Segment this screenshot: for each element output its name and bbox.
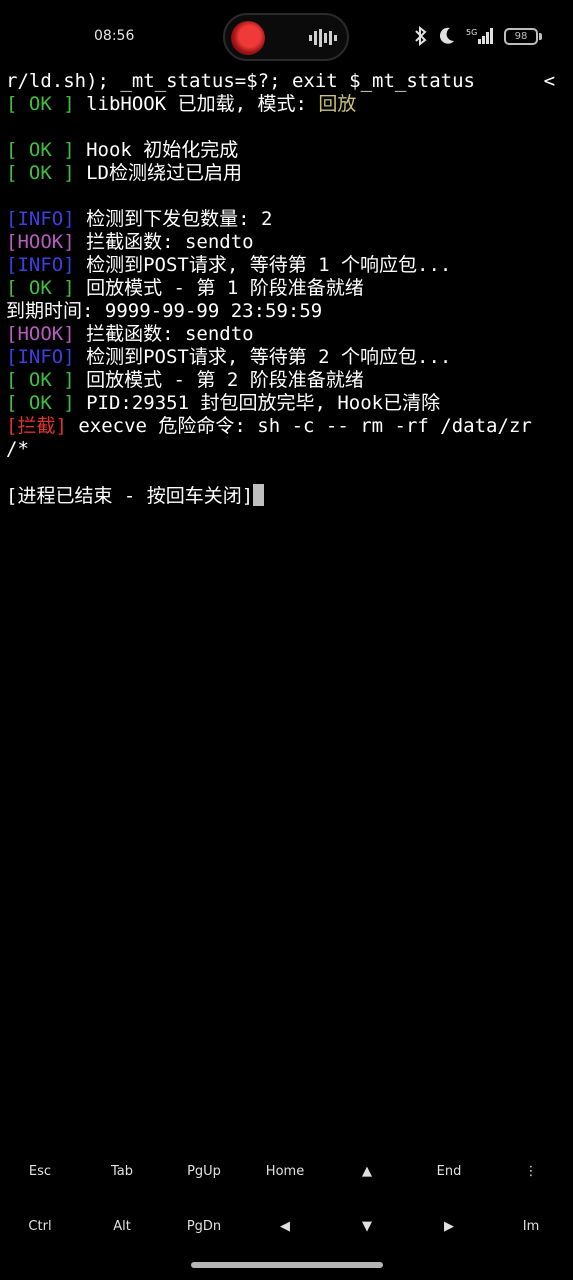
line-text: 检测到POST请求, 等待第 1 个响应包... xyxy=(74,254,452,276)
line-text: 拦截函数: sendto xyxy=(74,323,254,345)
line-text: r/ld.sh); _mt_status=$?; exit $_mt_statu… xyxy=(6,70,556,92)
key-alt[interactable]: Alt xyxy=(82,1198,162,1254)
line-text: PID:29351 封包回放完毕, Hook已清除 xyxy=(74,392,441,414)
key-right-arrow-icon[interactable]: ▶ xyxy=(409,1198,489,1254)
line-text: 回放模式 - 第 1 阶段准备就绪 xyxy=(74,277,364,299)
terminal-line: [进程已结束 - 按回车关闭] xyxy=(6,484,572,507)
key-end[interactable]: End xyxy=(409,1143,489,1199)
terminal-line: [HOOK] 拦截函数: sendto xyxy=(6,231,572,254)
ok-tag: [ OK ] xyxy=(6,392,75,414)
battery-icon: 98 xyxy=(504,28,538,45)
hook-tag: [HOOK] xyxy=(6,323,75,345)
terminal-cursor xyxy=(253,484,265,506)
key-down-arrow-icon[interactable]: ▼ xyxy=(327,1198,407,1254)
terminal-line: [INFO] 检测到POST请求, 等待第 1 个响应包... xyxy=(6,254,572,277)
terminal-line: r/ld.sh); _mt_status=$?; exit $_mt_statu… xyxy=(6,70,572,93)
info-tag: [INFO] xyxy=(6,346,75,368)
line-text: 回放模式 - 第 2 阶段准备就绪 xyxy=(74,369,364,391)
process-ended-message: [进程已结束 - 按回车关闭] xyxy=(6,485,254,507)
ok-tag: [ OK ] xyxy=(6,93,75,115)
ok-tag: [ OK ] xyxy=(6,139,75,161)
ok-tag: [ OK ] xyxy=(6,277,75,299)
hook-tag: [HOOK] xyxy=(6,231,75,253)
key-up-arrow-icon[interactable]: ▲ xyxy=(327,1143,407,1199)
key-input-method[interactable]: Im xyxy=(491,1198,571,1254)
expiry-line: 到期时间: 9999-99-99 23:59:59 xyxy=(6,300,323,322)
info-tag: [INFO] xyxy=(6,254,75,276)
terminal-line: [ OK ] LD检测绕过已启用 xyxy=(6,162,572,185)
battery-cap xyxy=(539,33,542,40)
key-left-arrow-icon[interactable]: ◀ xyxy=(245,1198,325,1254)
line-text: 检测到下发包数量: 2 xyxy=(74,208,273,230)
signal-5g-icon: 5G xyxy=(466,28,493,44)
audio-wave-icon xyxy=(309,29,337,47)
status-icons: 5G 98 xyxy=(410,26,560,48)
terminal-line: [拦截] execve 危险命令: sh -c -- rm -rf /data/… xyxy=(6,415,572,438)
status-bar: 08:56 5G 98 xyxy=(0,0,573,76)
key-pgup[interactable]: PgUp xyxy=(164,1143,244,1199)
battery-level: 98 xyxy=(514,31,528,42)
terminal-line: [ OK ] Hook 初始化完成 xyxy=(6,139,572,162)
line-text: /* xyxy=(6,438,29,460)
status-time: 08:56 xyxy=(94,28,135,44)
dynamic-island[interactable] xyxy=(223,13,349,61)
ok-tag: [ OK ] xyxy=(6,369,75,391)
line-text: 检测到POST请求, 等待第 2 个响应包... xyxy=(74,346,452,368)
mode-value: 回放 xyxy=(318,93,357,115)
terminal-line: /* xyxy=(6,438,572,461)
ok-tag: [ OK ] xyxy=(6,162,75,184)
terminal-line: [INFO] 检测到POST请求, 等待第 2 个响应包... xyxy=(6,346,572,369)
key-ctrl[interactable]: Ctrl xyxy=(0,1198,80,1254)
gesture-nav-handle[interactable] xyxy=(191,1262,383,1268)
terminal-output[interactable]: r/ld.sh); _mt_status=$?; exit $_mt_statu… xyxy=(6,70,572,507)
terminal-line: [ OK ] 回放模式 - 第 2 阶段准备就绪 xyxy=(6,369,572,392)
block-tag: [拦截] xyxy=(6,415,67,437)
network-label: 5G xyxy=(466,28,477,37)
line-text: libHOOK 已加载, 模式: xyxy=(74,93,319,115)
avatar-icon xyxy=(231,21,265,55)
line-text: execve 危险命令: sh -c -- rm -rf /data/zr xyxy=(66,415,532,437)
extra-keys-bar: Esc Tab PgUp Home ▲ End ⋮ Ctrl Alt PgDn … xyxy=(0,1140,573,1252)
terminal-line: [ OK ] PID:29351 封包回放完毕, Hook已清除 xyxy=(6,392,572,415)
do-not-disturb-moon-icon xyxy=(439,27,454,44)
terminal-line: [ OK ] libHOOK 已加载, 模式: 回放 xyxy=(6,93,572,116)
terminal-line: 到期时间: 9999-99-99 23:59:59 xyxy=(6,300,572,323)
terminal-line: [HOOK] 拦截函数: sendto xyxy=(6,323,572,346)
key-more-vertical-icon[interactable]: ⋮ xyxy=(491,1143,571,1199)
line-text: LD检测绕过已启用 xyxy=(74,162,242,184)
terminal-line: [ OK ] 回放模式 - 第 1 阶段准备就绪 xyxy=(6,277,572,300)
terminal-line: [INFO] 检测到下发包数量: 2 xyxy=(6,208,572,231)
info-tag: [INFO] xyxy=(6,208,75,230)
bluetooth-icon xyxy=(415,26,427,46)
key-home[interactable]: Home xyxy=(245,1143,325,1199)
key-pgdn[interactable]: PgDn xyxy=(164,1198,244,1254)
line-text: 拦截函数: sendto xyxy=(74,231,254,253)
key-esc[interactable]: Esc xyxy=(0,1143,80,1199)
key-tab[interactable]: Tab xyxy=(82,1143,162,1199)
line-text: Hook 初始化完成 xyxy=(74,139,239,161)
